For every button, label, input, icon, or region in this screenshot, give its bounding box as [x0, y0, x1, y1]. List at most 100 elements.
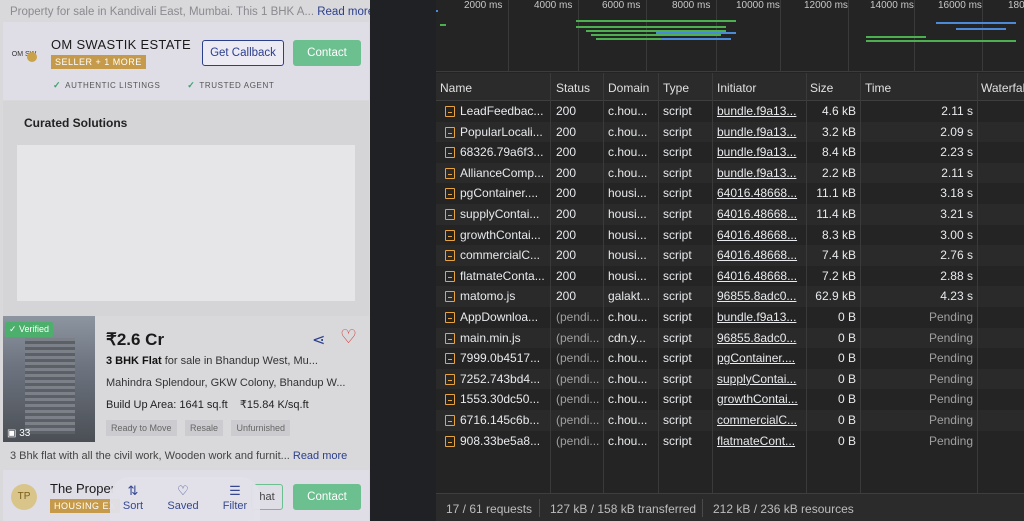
cell-initiator[interactable]: 64016.48668...	[717, 207, 803, 221]
cell-name: AppDownloa...	[460, 310, 539, 324]
build-up-area: Build Up Area: 1641 sq.ft	[106, 399, 228, 411]
contact-button-2[interactable]: Contact	[293, 484, 361, 510]
table-row[interactable]: commercialC... 200 housi... script 64016.486…	[436, 245, 1024, 266]
property-photo[interactable]: ✓ Verified ▣ 33	[3, 316, 95, 442]
cell-type: script	[663, 330, 692, 345]
table-row[interactable]: 7252.743bd4... (pendi... c.hou... script sup…	[436, 368, 1024, 390]
cell-status: 200	[556, 248, 577, 263]
share-icon[interactable]: ⋖	[312, 330, 325, 350]
column-divider[interactable]	[603, 73, 604, 493]
table-row[interactable]: 1553.30dc50... (pendi... c.hou... script gro…	[436, 389, 1024, 410]
table-row[interactable]: pgContainer.... 200 housi... script 64016.48…	[436, 183, 1024, 204]
timeline-request-bar	[956, 28, 1006, 30]
cell-initiator[interactable]: flatmateCont...	[717, 434, 803, 448]
timeline-tick: 14000 ms	[870, 0, 914, 11]
table-row[interactable]: 68326.79a6f3... 200 c.hou... script bundle.f…	[436, 142, 1024, 163]
column-header-name[interactable]: Name	[440, 81, 472, 95]
cell-initiator[interactable]: 64016.48668...	[717, 228, 803, 242]
get-callback-button[interactable]: Get Callback	[202, 40, 284, 66]
contact-button[interactable]: Contact	[293, 40, 361, 66]
cell-initiator[interactable]: commercialC...	[717, 413, 803, 427]
column-header-waterfal[interactable]: Waterfal	[981, 81, 1024, 95]
script-file-icon	[445, 126, 455, 138]
cell-status: 200	[556, 268, 577, 283]
read-more-link[interactable]: Read more	[293, 450, 347, 462]
cell-time: 2.76 s	[940, 248, 973, 263]
column-divider[interactable]	[860, 73, 861, 493]
column-header-domain[interactable]: Domain	[608, 81, 649, 95]
cell-status: (pendi...	[556, 351, 600, 366]
cell-initiator[interactable]: supplyContai...	[717, 372, 803, 386]
requests-count: 17 / 61 requests	[446, 502, 533, 516]
cell-initiator[interactable]: bundle.f9a13...	[717, 310, 803, 324]
column-header-initiator[interactable]: Initiator	[717, 81, 756, 95]
cell-initiator[interactable]: bundle.f9a13...	[717, 125, 803, 139]
column-header-time[interactable]: Time	[865, 81, 891, 95]
verified-label: Verified	[19, 324, 50, 334]
script-file-icon	[445, 167, 455, 179]
table-row[interactable]: 6716.145c6b... (pendi... c.hou... script com…	[436, 410, 1024, 431]
agent-badge-icon	[27, 52, 37, 62]
cell-initiator[interactable]: 64016.48668...	[717, 269, 803, 283]
column-divider[interactable]	[658, 73, 659, 493]
column-divider[interactable]	[550, 73, 551, 493]
column-header-type[interactable]: Type	[663, 81, 689, 95]
cell-size: 11.4 kB	[816, 207, 856, 221]
table-row[interactable]: AppDownloa... (pendi... c.hou... script bund…	[436, 307, 1024, 328]
column-header-status[interactable]: Status	[556, 81, 590, 95]
cell-size: 0 B	[837, 371, 856, 386]
agent-name-2[interactable]: The Proper	[50, 481, 115, 496]
cell-initiator[interactable]: pgContainer....	[717, 351, 803, 365]
cell-initiator[interactable]: bundle.f9a13...	[717, 145, 803, 159]
cell-initiator[interactable]: bundle.f9a13...	[717, 104, 803, 118]
top-read-more-link[interactable]: Read more	[317, 6, 370, 18]
cell-type: script	[663, 145, 692, 160]
heart-icon[interactable]: ♡	[340, 326, 357, 349]
cell-type: script	[663, 351, 692, 366]
agent-name[interactable]: OM SWASTIK ESTATE	[51, 37, 191, 52]
saved-button[interactable]: ♡ Saved	[160, 482, 206, 512]
column-header-size[interactable]: Size	[810, 81, 833, 95]
table-row[interactable]: 908.33be5a8... (pendi... c.hou... script fla…	[436, 431, 1024, 452]
cell-domain: cdn.y...	[608, 330, 646, 345]
filter-button[interactable]: ☰ Filter	[212, 482, 258, 512]
cell-status: 200	[556, 289, 577, 304]
cell-size: 8.4 kB	[821, 145, 856, 160]
trusted-agent-label: TRUSTED AGENT	[199, 81, 275, 90]
property-card[interactable]: ✓ Verified ▣ 33 ₹2.6 Cr ⋖ ♡ 3 BHK Flat f…	[3, 316, 369, 446]
script-file-icon	[445, 353, 455, 365]
cell-initiator[interactable]: 96855.8adc0...	[717, 289, 803, 303]
cell-initiator[interactable]: 64016.48668...	[717, 186, 803, 200]
cell-size: 0 B	[837, 330, 856, 345]
table-row[interactable]: matomo.js 200 galakt... script 96855.8adc0..…	[436, 286, 1024, 307]
cell-time: 2.88 s	[940, 268, 973, 283]
table-row[interactable]: growthContai... 200 housi... script 64016.48…	[436, 225, 1024, 246]
table-row[interactable]: PopularLocali... 200 c.hou... script bundle.…	[436, 121, 1024, 143]
table-row[interactable]: LeadFeedbac... 200 c.hou... script bundle.f9…	[436, 101, 1024, 122]
cell-initiator[interactable]: 64016.48668...	[717, 248, 803, 262]
check-icon: ✓	[9, 324, 20, 334]
cell-initiator[interactable]: growthContai...	[717, 392, 803, 406]
table-row[interactable]: main.min.js (pendi... cdn.y... script 96855.…	[436, 327, 1024, 349]
cell-type: script	[663, 268, 692, 283]
column-divider[interactable]	[806, 73, 807, 493]
cell-initiator[interactable]: 96855.8adc0...	[717, 331, 803, 345]
heart-icon: ♡	[177, 483, 189, 498]
column-divider[interactable]	[712, 73, 713, 493]
table-row[interactable]: supplyContai... 200 housi... script 64016.48…	[436, 204, 1024, 225]
sort-button[interactable]: ⇅ Sort	[110, 482, 156, 512]
column-divider[interactable]	[977, 73, 978, 493]
timeline-request-bar	[440, 24, 446, 26]
table-row[interactable]: 7999.0b4517... (pendi... c.hou... script pgC…	[436, 348, 1024, 369]
script-file-icon	[445, 147, 455, 159]
network-timeline-overview[interactable]: 2000 ms 4000 ms 6000 ms 8000 ms 10000 ms 1200…	[436, 0, 1024, 72]
cell-name: flatmateConta...	[460, 268, 545, 283]
cell-domain: galakt...	[608, 289, 651, 304]
table-row[interactable]: AllianceComp... 200 c.hou... script bundle.f…	[436, 162, 1024, 184]
cell-status: 200	[556, 165, 577, 180]
cell-initiator[interactable]: bundle.f9a13...	[717, 166, 803, 180]
script-file-icon	[445, 229, 455, 241]
cell-type: script	[663, 207, 692, 221]
curated-solutions-section: Curated Solutions	[3, 101, 369, 316]
table-row[interactable]: flatmateConta... 200 housi... script 64016.4…	[436, 266, 1024, 287]
